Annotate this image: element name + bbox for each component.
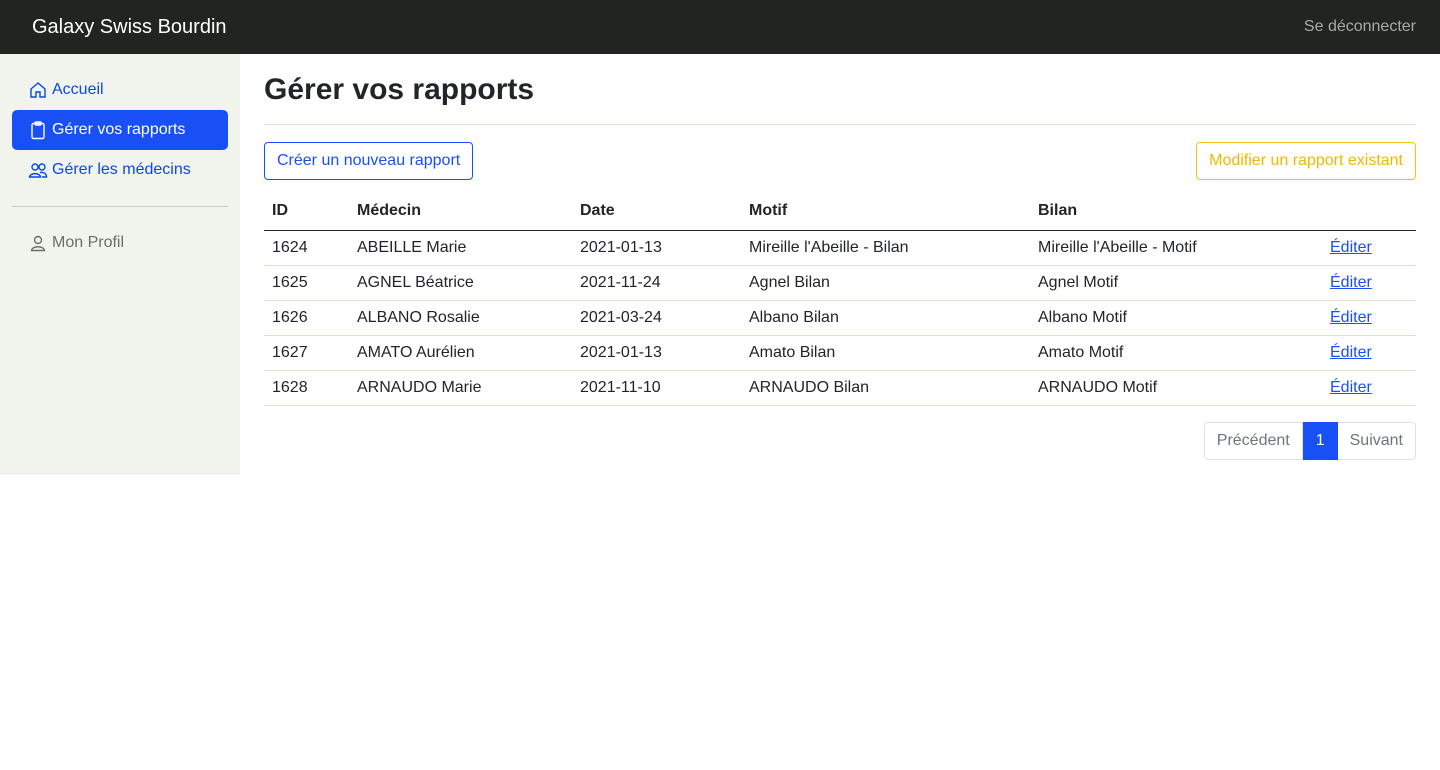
- title-divider: [264, 124, 1416, 125]
- create-report-button[interactable]: Créer un nouveau rapport: [264, 142, 474, 180]
- sidebar-item-rapports[interactable]: Gérer vos rapports: [12, 110, 228, 150]
- cell-bilan: Amato Motif: [1030, 335, 1322, 371]
- cell-date: 2021-01-13: [572, 230, 741, 266]
- sidebar-item-medecins[interactable]: Gérer les médecins: [12, 150, 228, 190]
- cell-motif: Agnel Bilan: [741, 265, 1030, 301]
- page-1-button[interactable]: 1: [1302, 421, 1338, 460]
- cell-actions: Éditer: [1322, 370, 1416, 406]
- cell-date: 2021-11-10: [572, 370, 741, 406]
- cell-actions: Éditer: [1322, 230, 1416, 266]
- cell-actions: Éditer: [1322, 300, 1416, 336]
- cell-medecin: ARNAUDO Marie: [349, 370, 572, 406]
- cell-id: 1626: [264, 300, 349, 336]
- cell-actions: Éditer: [1322, 265, 1416, 301]
- cell-bilan: ARNAUDO Motif: [1030, 370, 1322, 406]
- edit-link[interactable]: Éditer: [1330, 379, 1372, 396]
- cell-motif: Amato Bilan: [741, 335, 1030, 371]
- main-content: Gérer vos rapports Créer un nouveau rapp…: [264, 54, 1416, 460]
- person-icon: [28, 233, 48, 253]
- sidebar-item-accueil[interactable]: Accueil: [12, 70, 228, 110]
- edit-link[interactable]: Éditer: [1330, 239, 1372, 256]
- reports-table: ID Médecin Date Motif Bilan 1624 ABEILLE…: [264, 193, 1416, 406]
- cell-date: 2021-03-24: [572, 300, 741, 336]
- cell-medecin: AGNEL Béatrice: [349, 265, 572, 301]
- top-navbar: Galaxy Swiss Bourdin Se déconnecter: [0, 0, 1440, 54]
- column-header-motif: Motif: [741, 193, 1030, 231]
- sidebar-item-label: Mon Profil: [52, 234, 125, 251]
- cell-actions: Éditer: [1322, 335, 1416, 371]
- table-row: 1626 ALBANO Rosalie 2021-03-24 Albano Bi…: [264, 300, 1416, 336]
- cell-date: 2021-11-24: [572, 265, 741, 301]
- table-row: 1627 AMATO Aurélien 2021-01-13 Amato Bil…: [264, 335, 1416, 371]
- sidebar-item-label: Gérer vos rapports: [52, 121, 186, 138]
- page-title: Gérer vos rapports: [264, 73, 535, 106]
- column-header-bilan: Bilan: [1030, 193, 1322, 231]
- table-row: 1624 ABEILLE Marie 2021-01-13 Mireille l…: [264, 230, 1416, 266]
- sidebar-item-label: Accueil: [52, 81, 104, 98]
- table-row: 1625 AGNEL Béatrice 2021-11-24 Agnel Bil…: [264, 265, 1416, 301]
- cell-bilan: Agnel Motif: [1030, 265, 1322, 301]
- brand-title[interactable]: Galaxy Swiss Bourdin: [32, 16, 227, 39]
- modify-report-button[interactable]: Modifier un rapport existant: [1196, 142, 1416, 180]
- sidebar-item-profil[interactable]: Mon Profil: [12, 223, 228, 263]
- cell-motif: Mireille l'Abeille - Bilan: [741, 230, 1030, 266]
- cell-id: 1628: [264, 370, 349, 406]
- cell-medecin: ABEILLE Marie: [349, 230, 572, 266]
- table-header-row: ID Médecin Date Motif Bilan: [264, 193, 1416, 231]
- sidebar-divider: [12, 206, 228, 207]
- home-icon: [28, 80, 48, 100]
- pagination: Précédent 1 Suivant: [264, 421, 1416, 460]
- column-header-actions: [1322, 193, 1416, 231]
- cell-id: 1627: [264, 335, 349, 371]
- clipboard-icon: [28, 120, 48, 140]
- action-bar: Créer un nouveau rapport Modifier un rap…: [264, 142, 1416, 180]
- edit-link[interactable]: Éditer: [1330, 344, 1372, 361]
- next-page-button[interactable]: Suivant: [1337, 421, 1416, 460]
- column-header-date: Date: [572, 193, 741, 231]
- cell-medecin: ALBANO Rosalie: [349, 300, 572, 336]
- cell-id: 1624: [264, 230, 349, 266]
- cell-bilan: Mireille l'Abeille - Motif: [1030, 230, 1322, 266]
- logout-link[interactable]: Se déconnecter: [1304, 18, 1416, 36]
- column-header-id: ID: [264, 193, 349, 231]
- cell-date: 2021-01-13: [572, 335, 741, 371]
- previous-page-button[interactable]: Précédent: [1203, 421, 1303, 460]
- column-header-medecin: Médecin: [349, 193, 572, 231]
- cell-medecin: AMATO Aurélien: [349, 335, 572, 371]
- sidebar: Accueil Gérer vos rapports Gérer les méd…: [0, 54, 240, 475]
- people-icon: [28, 160, 48, 180]
- cell-motif: ARNAUDO Bilan: [741, 370, 1030, 406]
- cell-id: 1625: [264, 265, 349, 301]
- cell-bilan: Albano Motif: [1030, 300, 1322, 336]
- cell-motif: Albano Bilan: [741, 300, 1030, 336]
- edit-link[interactable]: Éditer: [1330, 309, 1372, 326]
- edit-link[interactable]: Éditer: [1330, 274, 1372, 291]
- sidebar-item-label: Gérer les médecins: [52, 161, 191, 178]
- table-row: 1628 ARNAUDO Marie 2021-11-10 ARNAUDO Bi…: [264, 370, 1416, 406]
